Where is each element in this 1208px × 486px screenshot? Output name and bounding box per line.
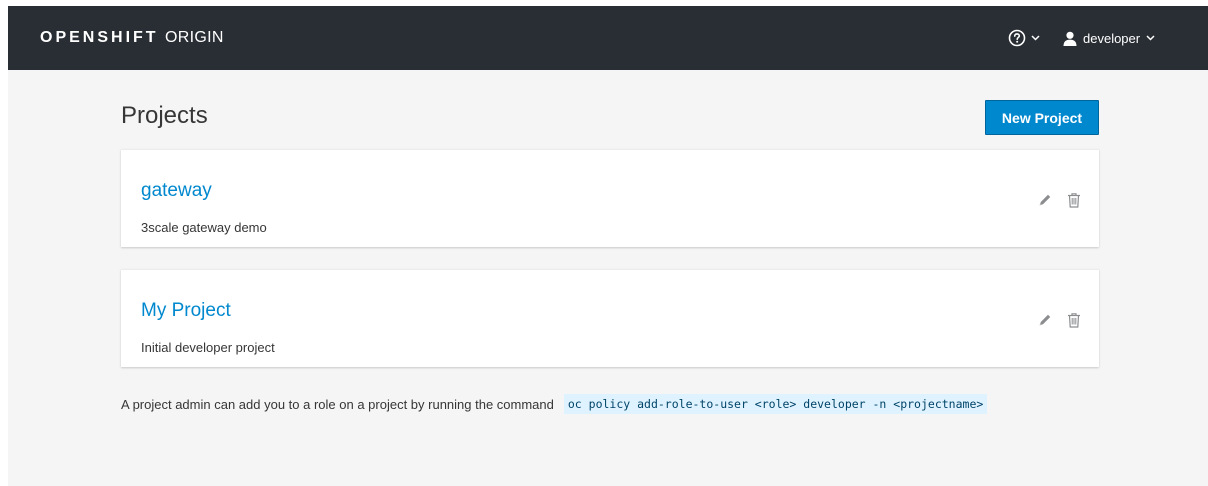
- brand-edition: ORIGIN: [165, 29, 224, 46]
- role-help-text: A project admin can add you to a role on…: [121, 396, 554, 412]
- project-actions: [1037, 192, 1081, 208]
- pencil-icon[interactable]: [1037, 312, 1053, 328]
- project-name-link[interactable]: gateway: [141, 180, 212, 202]
- app-frame: OPENSHIFT ORIGIN developer Projects New …: [8, 6, 1208, 486]
- page-title: Projects: [121, 102, 208, 129]
- chevron-down-icon: [1031, 35, 1040, 41]
- user-name: developer: [1083, 30, 1141, 46]
- project-name-link[interactable]: My Project: [141, 300, 231, 322]
- chevron-down-icon: [1146, 35, 1155, 41]
- help-circle-icon: [1008, 29, 1026, 47]
- user-icon: [1063, 31, 1077, 46]
- project-description: Initial developer project: [141, 340, 275, 355]
- help-menu-toggle[interactable]: [1008, 28, 1040, 48]
- trash-icon[interactable]: [1067, 312, 1081, 328]
- user-menu-toggle[interactable]: developer: [1063, 28, 1155, 48]
- project-actions: [1037, 312, 1081, 328]
- role-help-note: A project admin can add you to a role on…: [121, 394, 988, 414]
- trash-icon[interactable]: [1067, 192, 1081, 208]
- top-navbar: OPENSHIFT ORIGIN developer: [8, 6, 1208, 70]
- new-project-button[interactable]: New Project: [985, 100, 1099, 135]
- brand-logo[interactable]: OPENSHIFT ORIGIN: [40, 29, 224, 47]
- project-card: My Project Initial developer project: [121, 269, 1099, 367]
- brand-name: OPENSHIFT: [40, 29, 159, 46]
- project-description: 3scale gateway demo: [141, 220, 267, 235]
- project-card: gateway 3scale gateway demo: [121, 149, 1099, 247]
- pencil-icon[interactable]: [1037, 192, 1053, 208]
- role-command-snippet: oc policy add-role-to-user <role> develo…: [563, 394, 988, 414]
